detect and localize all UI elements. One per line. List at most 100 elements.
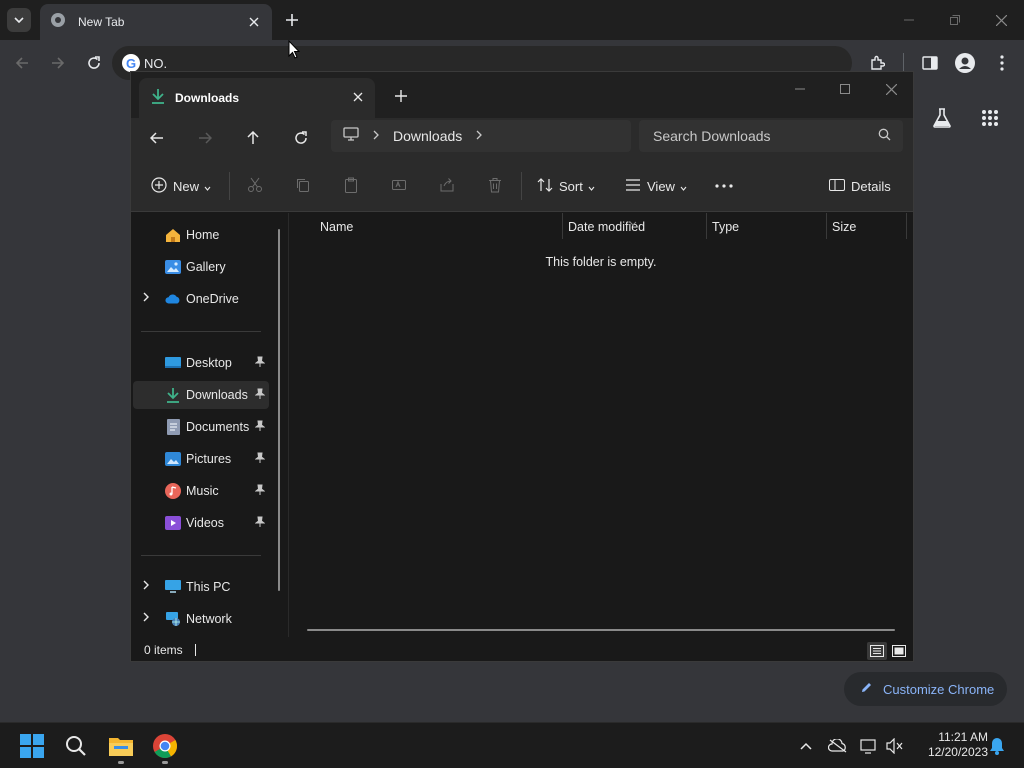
restore-icon[interactable] [943, 8, 967, 32]
share-button[interactable] [439, 174, 455, 198]
tiles-view-toggle-icon[interactable] [889, 642, 909, 660]
sidebar-item-label: OneDrive [186, 292, 239, 306]
clock-time: 11:21 AM [938, 730, 988, 744]
reload-icon[interactable] [82, 51, 106, 75]
close-tab-icon[interactable] [353, 89, 363, 107]
delete-button[interactable] [487, 174, 503, 198]
new-tab-plus-icon[interactable] [391, 86, 411, 106]
sidebar-item-desktop[interactable]: Desktop [133, 349, 269, 377]
taskbar-clock[interactable]: 11:21 AM 12/20/2023 [912, 730, 988, 760]
rename-button[interactable] [391, 174, 407, 198]
chrome-taskbar-icon[interactable] [149, 730, 181, 762]
horizontal-scrollbar[interactable] [307, 629, 895, 631]
mouse-pointer-icon [288, 39, 301, 65]
network-status-icon[interactable] [858, 735, 880, 757]
sidebar-item-onedrive[interactable]: OneDrive [133, 285, 269, 313]
chevron-right-icon[interactable] [476, 127, 483, 145]
chevron-right-icon[interactable] [143, 291, 149, 305]
copy-button[interactable] [295, 174, 311, 198]
pin-icon[interactable] [254, 516, 266, 531]
sidebar-item-videos[interactable]: Videos [133, 509, 269, 537]
new-button[interactable]: New [151, 174, 211, 198]
navigation-pane: Home Gallery OneDrive Desktop Downloads … [131, 213, 289, 637]
chrome-tab-new-tab[interactable]: New Tab [40, 4, 272, 40]
sidebar-item-pictures[interactable]: Pictures [133, 445, 269, 473]
forward-arrow-icon[interactable] [46, 51, 70, 75]
chevron-up-icon[interactable] [795, 735, 817, 757]
scissors-icon [247, 177, 263, 196]
paste-button[interactable] [343, 174, 359, 198]
back-arrow-icon[interactable] [10, 51, 34, 75]
sort-label: Sort [559, 178, 583, 194]
breadcrumb-downloads[interactable]: Downloads [393, 128, 462, 144]
google-apps-grid-icon[interactable] [976, 104, 1004, 132]
pin-icon[interactable] [254, 484, 266, 499]
column-header-name[interactable]: Name [314, 213, 562, 241]
explorer-tab-downloads[interactable]: Downloads [139, 78, 375, 118]
trash-icon [487, 177, 503, 196]
sidebar-item-gallery[interactable]: Gallery [133, 253, 269, 281]
close-tab-icon[interactable] [246, 14, 262, 30]
chevron-right-icon[interactable] [143, 579, 149, 593]
minimize-icon[interactable] [788, 77, 812, 101]
column-header-label: Type [712, 220, 740, 234]
maximize-icon[interactable] [833, 77, 857, 101]
close-window-icon[interactable] [879, 77, 903, 101]
sidebar-item-label: Network [186, 612, 232, 626]
column-header-size[interactable]: Size [826, 213, 906, 241]
google-logo-icon: G [122, 54, 140, 72]
column-header-type[interactable]: Type [706, 213, 826, 241]
chrome-labs-flask-icon[interactable] [928, 104, 956, 132]
music-icon [165, 483, 181, 499]
customize-chrome-button[interactable]: Customize Chrome [844, 672, 1007, 706]
onedrive-offline-icon[interactable] [827, 735, 849, 757]
more-options-icon[interactable] [715, 174, 733, 198]
chevron-right-icon[interactable] [373, 127, 379, 145]
profile-avatar-icon[interactable] [953, 51, 977, 75]
pin-icon[interactable] [254, 452, 266, 467]
pictures-icon [165, 451, 181, 467]
details-pane-button[interactable]: Details [829, 174, 891, 198]
search-icon[interactable] [60, 730, 92, 762]
search-input[interactable]: Search Downloads [639, 120, 903, 152]
search-placeholder: Search Downloads [653, 128, 771, 144]
sidebar-item-this-pc[interactable]: This PC [133, 573, 269, 601]
forward-arrow-icon[interactable] [193, 126, 217, 150]
omnibox-text: NO. [144, 55, 168, 71]
refresh-icon[interactable] [289, 126, 313, 150]
pin-icon[interactable] [254, 420, 266, 435]
column-divider[interactable] [906, 213, 907, 239]
chrome-menu-icon[interactable] [990, 51, 1014, 75]
pin-icon[interactable] [254, 356, 266, 371]
minimize-icon[interactable] [897, 8, 921, 32]
back-arrow-icon[interactable] [145, 126, 169, 150]
sidebar-item-documents[interactable]: Documents [133, 413, 269, 441]
sidebar-item-network[interactable]: Network [133, 605, 269, 633]
details-label: Details [851, 178, 891, 194]
tab-search-button[interactable] [7, 8, 31, 32]
windows-taskbar: 11:21 AM 12/20/2023 [0, 722, 1024, 768]
new-tab-plus-icon[interactable] [280, 8, 304, 32]
file-list-view: Name Date modified Type Size This folder… [289, 213, 913, 637]
chevron-right-icon[interactable] [143, 611, 149, 625]
sidebar-item-downloads[interactable]: Downloads [133, 381, 269, 409]
sidebar-item-home[interactable]: Home [133, 221, 269, 249]
sort-button[interactable]: Sort [537, 174, 595, 198]
onedrive-cloud-icon [165, 291, 181, 307]
sidebar-scrollbar[interactable] [278, 229, 280, 591]
side-panel-icon[interactable] [918, 51, 942, 75]
file-explorer-taskbar-icon[interactable] [105, 730, 137, 762]
sidebar-item-music[interactable]: Music [133, 477, 269, 505]
pin-icon[interactable] [254, 388, 266, 403]
windows-start-icon[interactable] [16, 730, 48, 762]
close-window-icon[interactable] [989, 8, 1013, 32]
up-arrow-icon[interactable] [241, 126, 265, 150]
notification-bell-icon[interactable] [986, 735, 1008, 757]
speaker-muted-icon[interactable] [884, 735, 906, 757]
documents-icon [165, 419, 181, 435]
details-view-toggle-icon[interactable] [867, 642, 887, 660]
view-button[interactable]: View [625, 174, 687, 198]
plus-circle-icon [151, 176, 167, 196]
address-bar[interactable]: Downloads [331, 120, 631, 152]
cut-button[interactable] [247, 174, 263, 198]
